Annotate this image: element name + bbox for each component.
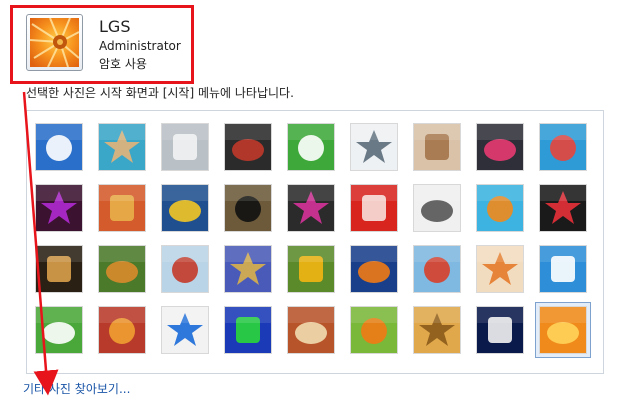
roller-coaster-thumbnail [36, 124, 82, 170]
picture-tribal-pattern[interactable] [287, 306, 335, 354]
wicker-thumbnail [414, 307, 460, 353]
picture-pomeranian[interactable] [98, 245, 146, 293]
picture-roller-coaster[interactable] [35, 123, 83, 171]
lucky-cat-thumbnail [288, 124, 334, 170]
picture-yellow-leaf[interactable] [161, 184, 209, 232]
picture-robot-toy[interactable] [161, 123, 209, 171]
picture-orange-flower[interactable] [535, 302, 591, 358]
pool-ball-thumbnail [36, 185, 82, 231]
picture-paper-star[interactable] [350, 184, 398, 232]
picture-kitten[interactable] [413, 123, 461, 171]
user-name: LGS [99, 17, 131, 36]
hot-air-balloon-thumbnail [414, 246, 460, 292]
picture-sailboat[interactable] [539, 245, 587, 293]
paper-star-thumbnail [351, 185, 397, 231]
picture-hot-air-balloon[interactable] [413, 245, 461, 293]
robot-toy-thumbnail [162, 124, 208, 170]
fabric-stripes-thumbnail [99, 185, 145, 231]
user-role: Administrator [99, 39, 181, 53]
picture-green-window[interactable] [224, 306, 272, 354]
picture-lucky-cat[interactable] [287, 123, 335, 171]
picture-wicker[interactable] [413, 306, 461, 354]
current-user-panel: LGS Administrator 암호 사용 [10, 5, 194, 84]
picture-border-collie[interactable] [224, 184, 272, 232]
picture-sunflower[interactable] [287, 245, 335, 293]
orange-flower-avatar-image [30, 18, 79, 67]
picture-tin-robot[interactable] [161, 245, 209, 293]
guitar-thumbnail [36, 246, 82, 292]
pinwheel-thumbnail [540, 124, 586, 170]
user-avatar [26, 14, 83, 71]
picture-grid [26, 110, 604, 374]
tribal-pattern-thumbnail [288, 307, 334, 353]
sailboat-thumbnail [540, 246, 586, 292]
picture-pinwheel[interactable] [539, 123, 587, 171]
yellow-leaf-thumbnail [162, 185, 208, 231]
crayons-thumbnail [288, 185, 334, 231]
kokeshi-doll-thumbnail [477, 246, 523, 292]
picture-instruction: 선택한 사진은 시작 화면과 [시작] 메뉴에 나타납니다. [26, 86, 294, 100]
picture-pink-flower[interactable] [476, 123, 524, 171]
picture-gyroscope[interactable] [350, 123, 398, 171]
picture-lighthouse[interactable] [476, 306, 524, 354]
stairs-thumbnail [477, 185, 523, 231]
tin-robot-thumbnail [162, 246, 208, 292]
picture-clownfish[interactable] [350, 245, 398, 293]
soccer-ball-thumbnail [36, 307, 82, 353]
picture-pool-ball[interactable] [35, 184, 83, 232]
picture-silk-scarves[interactable] [224, 245, 272, 293]
picture-soccer-ball[interactable] [35, 306, 83, 354]
picture-crayons[interactable] [287, 184, 335, 232]
lighthouse-thumbnail [477, 307, 523, 353]
woven-fabric-thumbnail [99, 307, 145, 353]
kitten-thumbnail [414, 124, 460, 170]
picture-fabric-stripes[interactable] [98, 184, 146, 232]
marbles-thumbnail [162, 307, 208, 353]
gyroscope-thumbnail [351, 124, 397, 170]
butterfly-thumbnail [351, 307, 397, 353]
picture-stairs[interactable] [476, 184, 524, 232]
pomeranian-thumbnail [99, 246, 145, 292]
turntable-thumbnail [225, 124, 271, 170]
browse-more-pictures-link[interactable]: 기타 사진 찾아보기... [23, 380, 130, 397]
pink-flower-thumbnail [477, 124, 523, 170]
paper-crane-thumbnail [540, 185, 586, 231]
picture-jacks[interactable] [413, 184, 461, 232]
green-window-thumbnail [225, 307, 271, 353]
jacks-thumbnail [414, 185, 460, 231]
picture-starfish[interactable] [98, 123, 146, 171]
silk-scarves-thumbnail [225, 246, 271, 292]
picture-marbles[interactable] [161, 306, 209, 354]
sunflower-thumbnail [288, 246, 334, 292]
clownfish-thumbnail [351, 246, 397, 292]
border-collie-thumbnail [225, 185, 271, 231]
picture-paper-crane[interactable] [539, 184, 587, 232]
orange-flower-thumbnail [540, 307, 586, 353]
starfish-thumbnail [99, 124, 145, 170]
picture-turntable[interactable] [224, 123, 272, 171]
picture-guitar[interactable] [35, 245, 83, 293]
picture-butterfly[interactable] [350, 306, 398, 354]
password-status: 암호 사용 [99, 57, 147, 71]
picture-kokeshi-doll[interactable] [476, 245, 524, 293]
picture-woven-fabric[interactable] [98, 306, 146, 354]
